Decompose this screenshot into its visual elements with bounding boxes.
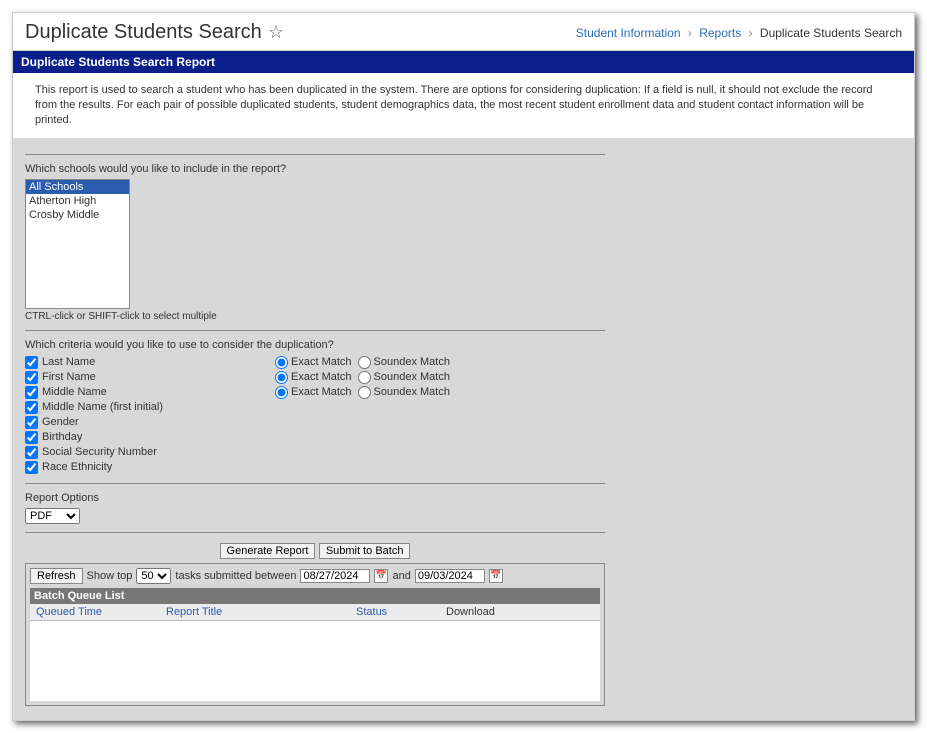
criteria-checkbox[interactable] [25,401,38,414]
col-download: Download [446,606,495,618]
breadcrumb: Student Information › Reports › Duplicat… [576,26,902,40]
breadcrumb-link-reports[interactable]: Reports [699,26,741,40]
criteria-row: First Name Exact Match Soundex Match [25,370,605,385]
criteria-checkbox[interactable] [25,461,38,474]
criteria-checkbox[interactable] [25,416,38,429]
divider [25,154,605,155]
submit-to-batch-button[interactable]: Submit to Batch [319,543,411,559]
exact-match-label: Exact Match [291,386,352,398]
batch-queue-header-row: Queued Time Report Title Status Download [30,604,600,621]
criteria-row: Last Name Exact Match Soundex Match [25,355,605,370]
criteria-question: Which criteria would you like to use to … [25,339,605,351]
soundex-match-radio[interactable] [358,356,371,369]
soundex-match-radio[interactable] [358,371,371,384]
criteria-checkbox[interactable] [25,446,38,459]
criteria-row: Middle Name (first initial) [25,400,605,415]
schools-multiselect[interactable]: All SchoolsAtherton HighCrosby Middle [25,179,130,309]
criteria-row: Middle Name Exact Match Soundex Match [25,385,605,400]
exact-match-radio[interactable] [275,356,288,369]
page-title: Duplicate Students Search [25,21,262,44]
show-top-label: Show top [87,570,133,582]
report-description: This report is used to search a student … [13,73,914,138]
calendar-icon[interactable]: 📅 [489,569,503,583]
date-from-input[interactable] [300,569,370,583]
school-option[interactable]: All Schools [26,180,129,194]
report-body: Which schools would you like to include … [13,138,914,720]
page-frame: Duplicate Students Search ☆ Student Info… [12,12,915,721]
criteria-label: First Name [42,371,96,383]
criteria-label: Middle Name [42,386,107,398]
criteria-row: Birthday [25,430,605,445]
criteria-row: Race Ethnicity [25,460,605,475]
tasks-between-label: tasks submitted between [175,570,296,582]
exact-match-radio[interactable] [275,386,288,399]
criteria-label: Social Security Number [42,446,157,458]
criteria-row: Gender [25,415,605,430]
divider [25,532,605,533]
favorite-star-icon[interactable]: ☆ [268,22,284,43]
batch-panel: Refresh Show top 50 tasks submitted betw… [25,563,605,706]
divider [25,483,605,484]
soundex-match-label: Soundex Match [374,386,450,398]
breadcrumb-link-student-info[interactable]: Student Information [576,26,681,40]
chevron-right-icon: › [688,26,692,40]
divider [25,330,605,331]
school-option[interactable]: Crosby Middle [26,208,129,222]
date-to-input[interactable] [415,569,485,583]
soundex-match-label: Soundex Match [374,356,450,368]
school-option[interactable]: Atherton High [26,194,129,208]
report-format-select[interactable]: PDF [25,508,80,524]
breadcrumb-current: Duplicate Students Search [760,26,902,40]
criteria-label: Race Ethnicity [42,461,112,473]
criteria-label: Birthday [42,431,82,443]
exact-match-label: Exact Match [291,356,352,368]
batch-queue-body [30,621,600,701]
criteria-checkbox[interactable] [25,386,38,399]
col-report-title[interactable]: Report Title [166,606,222,618]
chevron-right-icon: › [749,26,753,40]
exact-match-label: Exact Match [291,371,352,383]
col-queued-time[interactable]: Queued Time [36,606,102,618]
criteria-checkbox[interactable] [25,371,38,384]
refresh-button[interactable]: Refresh [30,568,83,584]
criteria-label: Last Name [42,356,95,368]
calendar-icon[interactable]: 📅 [374,569,388,583]
exact-match-radio[interactable] [275,371,288,384]
criteria-list: Last NameExact MatchSoundex MatchFirst N… [25,355,605,475]
soundex-match-radio[interactable] [358,386,371,399]
and-label: and [392,570,410,582]
schools-question: Which schools would you like to include … [25,163,605,175]
criteria-checkbox[interactable] [25,356,38,369]
topbar: Duplicate Students Search ☆ Student Info… [13,13,914,51]
col-status[interactable]: Status [356,606,387,618]
criteria-row: Social Security Number [25,445,605,460]
report-options-label: Report Options [25,492,605,504]
criteria-label: Middle Name (first initial) [42,401,163,413]
batch-queue-title: Batch Queue List [30,588,600,604]
soundex-match-label: Soundex Match [374,371,450,383]
multiselect-hint: CTRL-click or SHIFT-click to select mult… [25,311,605,322]
generate-report-button[interactable]: Generate Report [220,543,316,559]
report-banner: Duplicate Students Search Report [13,51,914,73]
criteria-label: Gender [42,416,79,428]
criteria-checkbox[interactable] [25,431,38,444]
show-top-select[interactable]: 50 [136,568,171,584]
